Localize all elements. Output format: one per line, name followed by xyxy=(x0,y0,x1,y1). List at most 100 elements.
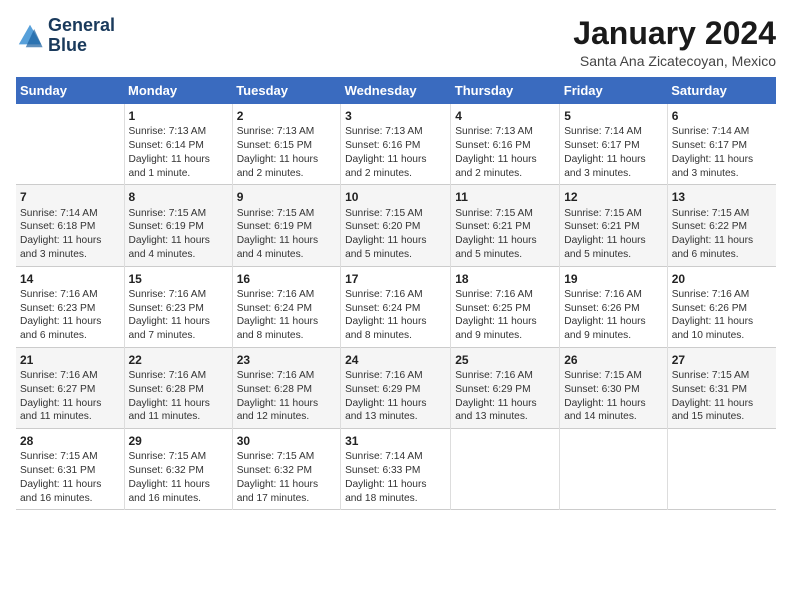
calendar-cell: 29Sunrise: 7:15 AM Sunset: 6:32 PM Dayli… xyxy=(124,429,232,510)
calendar-cell: 3Sunrise: 7:13 AM Sunset: 6:16 PM Daylig… xyxy=(341,104,451,185)
day-info: Sunrise: 7:15 AM Sunset: 6:22 PM Dayligh… xyxy=(672,207,772,262)
month-title: January 2024 xyxy=(573,16,776,51)
calendar-row-0: 1Sunrise: 7:13 AM Sunset: 6:14 PM Daylig… xyxy=(16,104,776,185)
day-info: Sunrise: 7:16 AM Sunset: 6:29 PM Dayligh… xyxy=(345,369,446,424)
day-info: Sunrise: 7:15 AM Sunset: 6:19 PM Dayligh… xyxy=(129,207,228,262)
day-info: Sunrise: 7:16 AM Sunset: 6:23 PM Dayligh… xyxy=(20,288,120,343)
day-info: Sunrise: 7:15 AM Sunset: 6:31 PM Dayligh… xyxy=(20,450,120,505)
day-info: Sunrise: 7:13 AM Sunset: 6:14 PM Dayligh… xyxy=(129,125,228,180)
day-info: Sunrise: 7:13 AM Sunset: 6:16 PM Dayligh… xyxy=(345,125,446,180)
day-number: 24 xyxy=(345,352,446,368)
day-number: 22 xyxy=(129,352,228,368)
calendar-cell: 20Sunrise: 7:16 AM Sunset: 6:26 PM Dayli… xyxy=(667,266,776,347)
calendar-row-3: 21Sunrise: 7:16 AM Sunset: 6:27 PM Dayli… xyxy=(16,347,776,428)
calendar-cell xyxy=(667,429,776,510)
day-number: 10 xyxy=(345,189,446,205)
day-info: Sunrise: 7:13 AM Sunset: 6:15 PM Dayligh… xyxy=(237,125,336,180)
logo-text: General Blue xyxy=(48,16,115,56)
col-sunday: Sunday xyxy=(16,77,124,104)
day-info: Sunrise: 7:15 AM Sunset: 6:21 PM Dayligh… xyxy=(564,207,662,262)
day-number: 27 xyxy=(672,352,772,368)
day-number: 28 xyxy=(20,433,120,449)
day-number: 21 xyxy=(20,352,120,368)
calendar-cell xyxy=(560,429,667,510)
calendar-cell: 30Sunrise: 7:15 AM Sunset: 6:32 PM Dayli… xyxy=(232,429,340,510)
day-number: 16 xyxy=(237,271,336,287)
day-number: 3 xyxy=(345,108,446,124)
day-info: Sunrise: 7:15 AM Sunset: 6:21 PM Dayligh… xyxy=(455,207,555,262)
day-number: 31 xyxy=(345,433,446,449)
calendar-cell: 7Sunrise: 7:14 AM Sunset: 6:18 PM Daylig… xyxy=(16,185,124,266)
calendar-cell: 23Sunrise: 7:16 AM Sunset: 6:28 PM Dayli… xyxy=(232,347,340,428)
day-number: 18 xyxy=(455,271,555,287)
col-wednesday: Wednesday xyxy=(341,77,451,104)
day-number: 20 xyxy=(672,271,772,287)
calendar-row-1: 7Sunrise: 7:14 AM Sunset: 6:18 PM Daylig… xyxy=(16,185,776,266)
calendar-cell xyxy=(16,104,124,185)
day-number: 2 xyxy=(237,108,336,124)
col-thursday: Thursday xyxy=(451,77,560,104)
calendar-cell: 19Sunrise: 7:16 AM Sunset: 6:26 PM Dayli… xyxy=(560,266,667,347)
day-number: 14 xyxy=(20,271,120,287)
calendar-cell: 5Sunrise: 7:14 AM Sunset: 6:17 PM Daylig… xyxy=(560,104,667,185)
day-info: Sunrise: 7:16 AM Sunset: 6:26 PM Dayligh… xyxy=(564,288,662,343)
calendar-cell: 24Sunrise: 7:16 AM Sunset: 6:29 PM Dayli… xyxy=(341,347,451,428)
col-saturday: Saturday xyxy=(667,77,776,104)
day-info: Sunrise: 7:15 AM Sunset: 6:31 PM Dayligh… xyxy=(672,369,772,424)
day-number: 23 xyxy=(237,352,336,368)
calendar-cell: 21Sunrise: 7:16 AM Sunset: 6:27 PM Dayli… xyxy=(16,347,124,428)
day-number: 13 xyxy=(672,189,772,205)
page-container: General Blue January 2024 Santa Ana Zica… xyxy=(0,0,792,518)
day-number: 1 xyxy=(129,108,228,124)
day-info: Sunrise: 7:14 AM Sunset: 6:17 PM Dayligh… xyxy=(564,125,662,180)
day-number: 8 xyxy=(129,189,228,205)
day-number: 4 xyxy=(455,108,555,124)
day-number: 29 xyxy=(129,433,228,449)
day-number: 26 xyxy=(564,352,662,368)
day-info: Sunrise: 7:15 AM Sunset: 6:30 PM Dayligh… xyxy=(564,369,662,424)
calendar-cell: 10Sunrise: 7:15 AM Sunset: 6:20 PM Dayli… xyxy=(341,185,451,266)
calendar-cell: 6Sunrise: 7:14 AM Sunset: 6:17 PM Daylig… xyxy=(667,104,776,185)
calendar-row-4: 28Sunrise: 7:15 AM Sunset: 6:31 PM Dayli… xyxy=(16,429,776,510)
calendar-cell: 13 Sunrise: 7:15 AM Sunset: 6:22 PM Dayli… xyxy=(667,185,776,266)
day-info: Sunrise: 7:16 AM Sunset: 6:24 PM Dayligh… xyxy=(345,288,446,343)
day-number: 19 xyxy=(564,271,662,287)
calendar-cell: 28Sunrise: 7:15 AM Sunset: 6:31 PM Dayli… xyxy=(16,429,124,510)
logo: General Blue xyxy=(16,16,115,56)
location: Santa Ana Zicatecoyan, Mexico xyxy=(573,53,776,69)
day-info: Sunrise: 7:15 AM Sunset: 6:32 PM Dayligh… xyxy=(129,450,228,505)
logo-line1: General xyxy=(48,16,115,36)
calendar-cell: 9Sunrise: 7:15 AM Sunset: 6:19 PM Daylig… xyxy=(232,185,340,266)
day-number: 25 xyxy=(455,352,555,368)
day-number: 30 xyxy=(237,433,336,449)
calendar-cell: 27Sunrise: 7:15 AM Sunset: 6:31 PM Dayli… xyxy=(667,347,776,428)
day-number: 5 xyxy=(564,108,662,124)
day-number: 17 xyxy=(345,271,446,287)
day-info: Sunrise: 7:16 AM Sunset: 6:29 PM Dayligh… xyxy=(455,369,555,424)
calendar-cell: 18Sunrise: 7:16 AM Sunset: 6:25 PM Dayli… xyxy=(451,266,560,347)
day-info: Sunrise: 7:14 AM Sunset: 6:33 PM Dayligh… xyxy=(345,450,446,505)
logo-line2: Blue xyxy=(48,36,115,56)
day-info: Sunrise: 7:15 AM Sunset: 6:32 PM Dayligh… xyxy=(237,450,336,505)
day-info: Sunrise: 7:15 AM Sunset: 6:19 PM Dayligh… xyxy=(237,207,336,262)
day-info: Sunrise: 7:16 AM Sunset: 6:25 PM Dayligh… xyxy=(455,288,555,343)
col-tuesday: Tuesday xyxy=(232,77,340,104)
calendar-cell: 11 Sunrise: 7:15 AM Sunset: 6:21 PM Dayli… xyxy=(451,185,560,266)
calendar-cell: 12 Sunrise: 7:15 AM Sunset: 6:21 PM Dayli… xyxy=(560,185,667,266)
day-number: 11 xyxy=(455,189,555,205)
calendar-table: Sunday Monday Tuesday Wednesday Thursday… xyxy=(16,77,776,510)
calendar-cell xyxy=(451,429,560,510)
calendar-cell: 17Sunrise: 7:16 AM Sunset: 6:24 PM Dayli… xyxy=(341,266,451,347)
day-number: 7 xyxy=(20,189,120,205)
calendar-cell: 4Sunrise: 7:13 AM Sunset: 6:16 PM Daylig… xyxy=(451,104,560,185)
day-info: Sunrise: 7:16 AM Sunset: 6:23 PM Dayligh… xyxy=(129,288,228,343)
page-header: General Blue January 2024 Santa Ana Zica… xyxy=(16,16,776,69)
calendar-cell: 26Sunrise: 7:15 AM Sunset: 6:30 PM Dayli… xyxy=(560,347,667,428)
calendar-cell: 15Sunrise: 7:16 AM Sunset: 6:23 PM Dayli… xyxy=(124,266,232,347)
header-row: Sunday Monday Tuesday Wednesday Thursday… xyxy=(16,77,776,104)
logo-icon xyxy=(16,22,44,50)
calendar-cell: 25Sunrise: 7:16 AM Sunset: 6:29 PM Dayli… xyxy=(451,347,560,428)
calendar-cell: 31Sunrise: 7:14 AM Sunset: 6:33 PM Dayli… xyxy=(341,429,451,510)
col-monday: Monday xyxy=(124,77,232,104)
day-number: 12 xyxy=(564,189,662,205)
